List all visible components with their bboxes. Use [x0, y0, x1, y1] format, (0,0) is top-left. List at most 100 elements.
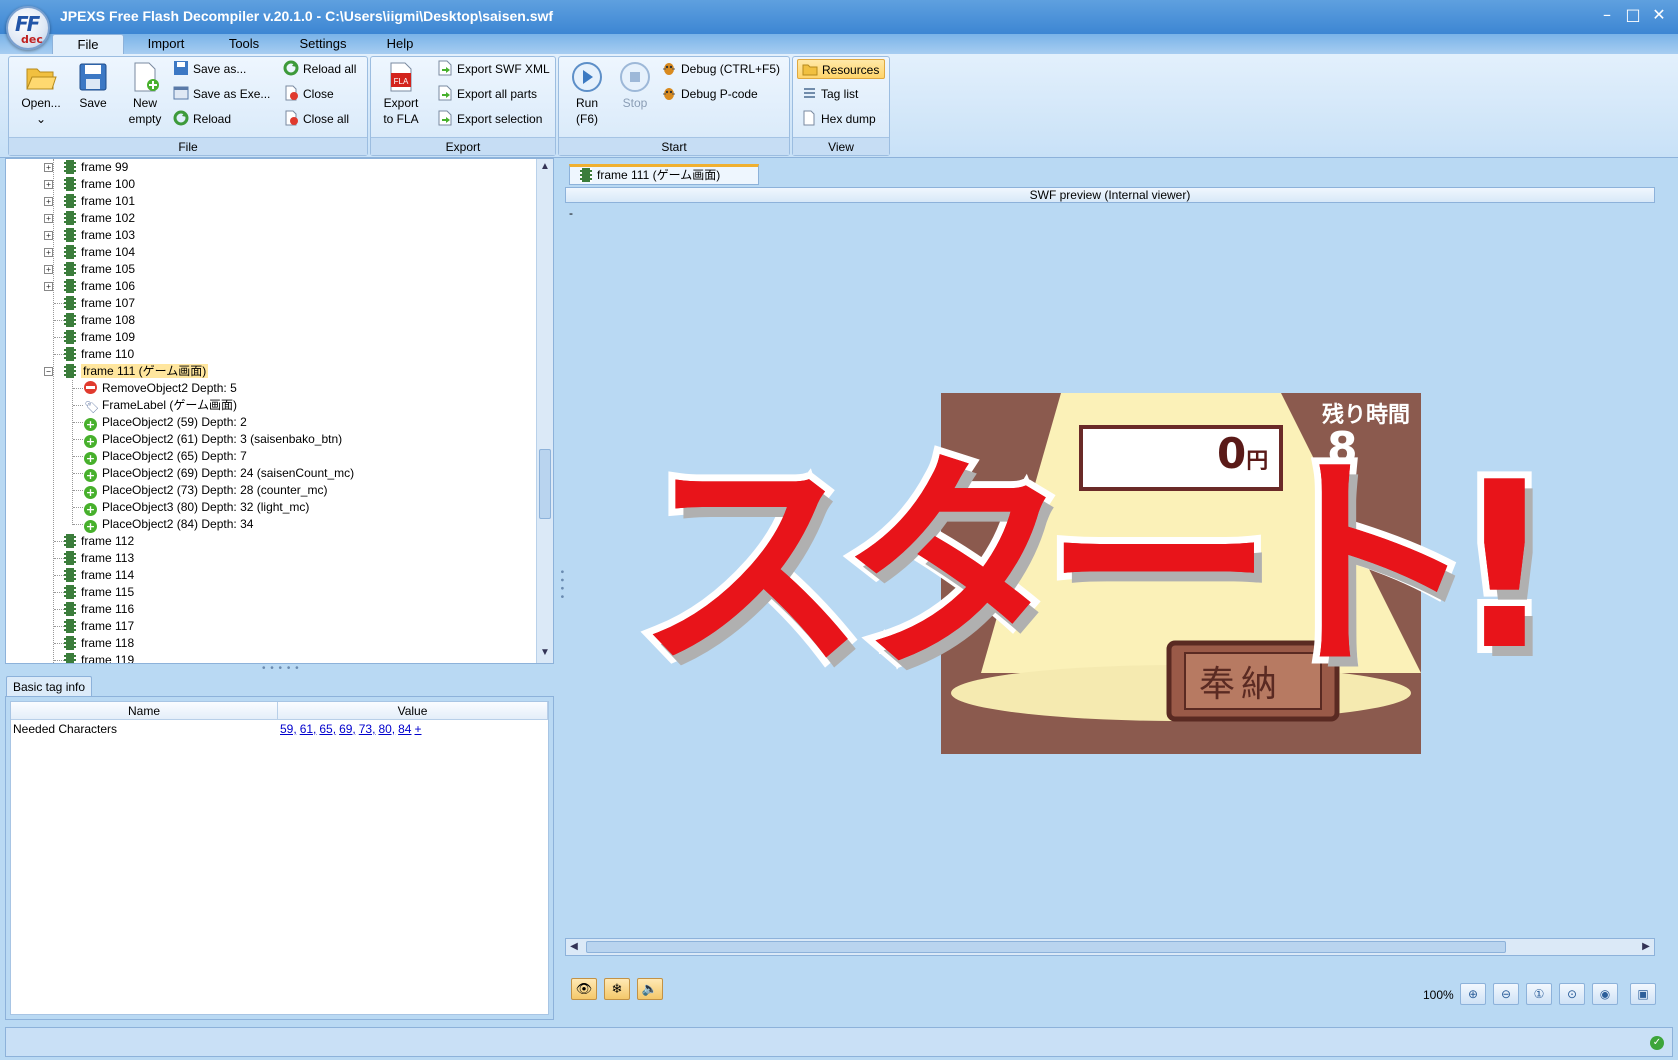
tree-scrollbar[interactable]: ▲ ▼ — [536, 159, 553, 663]
minimize-button[interactable]: – — [1598, 6, 1616, 24]
expand-toggle-icon[interactable]: + — [44, 282, 53, 291]
collapse-toggle-icon[interactable]: − — [44, 367, 53, 376]
zoom-in-icon[interactable]: ⊕ — [1460, 983, 1486, 1005]
open-button[interactable]: Open... ⌄ — [13, 61, 69, 127]
horizontal-splitter[interactable]: • • • • • — [262, 663, 300, 674]
debug-button[interactable]: Debug (CTRL+F5) — [661, 59, 780, 79]
expand-toggle-icon[interactable]: + — [44, 248, 53, 257]
expand-toggle-icon[interactable]: + — [44, 163, 53, 172]
new-empty-button[interactable]: New empty — [117, 61, 173, 127]
tag-label: PlaceObject2 (65) Depth: 7 — [102, 449, 247, 463]
frame-label: frame 112 — [81, 534, 135, 548]
export-all-parts-label: Export all parts — [457, 87, 538, 101]
tab-tools[interactable]: Tools — [214, 34, 274, 54]
mute-icon[interactable]: 🔈 — [637, 978, 663, 1000]
maximize-button[interactable]: □ — [1624, 6, 1642, 24]
frame-film-icon — [64, 568, 76, 582]
column-header-name[interactable]: Name — [11, 702, 278, 720]
frame-film-icon — [64, 313, 76, 327]
expand-toggle-icon[interactable]: + — [44, 180, 53, 189]
preview-scroll-thumb[interactable] — [586, 941, 1506, 953]
scroll-up-arrow-icon[interactable]: ▲ — [537, 159, 553, 175]
export-swf-xml-button[interactable]: Export SWF XML — [437, 59, 550, 79]
place-object-icon: + — [84, 520, 97, 533]
close-all-button[interactable]: Close all — [283, 109, 349, 129]
frame-film-icon — [64, 245, 76, 259]
character-link[interactable]: 73, — [359, 722, 376, 736]
frame-label: frame 110 — [81, 347, 135, 361]
character-link[interactable]: 59, — [280, 722, 297, 736]
scroll-right-arrow-icon[interactable]: ▶ — [1638, 939, 1654, 955]
tag-label: PlaceObject3 (80) Depth: 32 (light_mc) — [102, 500, 310, 514]
ffdec-logo[interactable]: FF dec — [6, 6, 50, 50]
stop-label: Stop — [622, 96, 648, 110]
close-window-button[interactable]: ✕ — [1650, 6, 1668, 24]
scroll-down-arrow-icon[interactable]: ▼ — [537, 645, 553, 661]
tree-scroll-thumb[interactable] — [539, 449, 551, 519]
export-all-parts-button[interactable]: Export all parts — [437, 84, 537, 104]
freeze-icon[interactable]: ❄ — [604, 978, 630, 1000]
expand-toggle-icon[interactable]: + — [44, 265, 53, 274]
tab-help[interactable]: Help — [372, 34, 428, 54]
save-as-button[interactable]: Save as... — [173, 59, 246, 79]
reload-button[interactable]: Reload — [173, 109, 231, 129]
more-characters-link[interactable]: + — [414, 722, 421, 736]
snapshot-camera-icon[interactable]: ▣ — [1630, 983, 1656, 1005]
frame-film-icon — [64, 551, 76, 565]
save-button[interactable]: Save — [67, 61, 119, 111]
vertical-splitter[interactable]: • • • • — [556, 570, 567, 599]
frame-film-icon — [64, 177, 76, 191]
expand-toggle-icon[interactable]: + — [44, 197, 53, 206]
tree-connector — [54, 575, 64, 576]
needed-characters-name: Needed Characters — [13, 722, 118, 736]
resource-tree[interactable]: + frame 99 + frame 100 + frame 101 + frame 102 +… — [5, 158, 554, 664]
character-link[interactable]: 69, — [339, 722, 356, 736]
export-group-label: Export — [371, 137, 555, 155]
tag-label: PlaceObject2 (61) Depth: 3 (saisenbako_b… — [102, 432, 343, 446]
tab-import[interactable]: Import — [136, 34, 196, 54]
close-label: Close — [303, 87, 334, 101]
xml-export-icon — [438, 60, 452, 76]
export-selection-button[interactable]: Export selection — [437, 109, 542, 129]
frame-film-icon — [580, 168, 592, 182]
fla-file-icon: FLA — [390, 62, 412, 92]
expand-toggle-icon[interactable]: + — [44, 214, 53, 223]
resources-button[interactable]: Resources — [797, 59, 885, 79]
tree-connector — [54, 320, 64, 321]
zoom-fit-icon[interactable]: ⊙ — [1559, 983, 1585, 1005]
column-header-value[interactable]: Value — [278, 702, 548, 720]
status-bar: ✓ — [5, 1027, 1673, 1057]
frame-label: frame 113 — [81, 551, 135, 565]
character-link[interactable]: 84 — [398, 722, 411, 736]
tree-connector — [54, 558, 64, 559]
preview-horizontal-scrollbar[interactable]: ◀ ▶ — [565, 938, 1655, 956]
reload-all-button[interactable]: Reload all — [283, 59, 356, 79]
frame-label: frame 105 — [81, 262, 136, 276]
debug-pcode-button[interactable]: Debug P-code — [661, 84, 758, 104]
close-button[interactable]: Close — [283, 84, 334, 104]
scroll-left-arrow-icon[interactable]: ◀ — [566, 939, 582, 955]
frame-film-icon — [64, 653, 76, 663]
menu-bar: File Import Tools Settings Help — [0, 34, 1678, 54]
expand-toggle-icon[interactable]: + — [44, 231, 53, 240]
eye-icon[interactable]: 👁 — [571, 978, 597, 1000]
stop-button[interactable]: Stop — [611, 61, 659, 111]
character-link[interactable]: 65, — [319, 722, 336, 736]
export-swf-xml-label: Export SWF XML — [457, 62, 550, 76]
character-link[interactable]: 61, — [300, 722, 317, 736]
zoom-actual-size-icon[interactable]: ① — [1526, 983, 1552, 1005]
color-wheel-icon[interactable]: ◉ — [1592, 983, 1618, 1005]
folder-icon — [802, 64, 818, 76]
zoom-out-icon[interactable]: ⊖ — [1493, 983, 1519, 1005]
run-button[interactable]: Run (F6) — [563, 61, 611, 127]
tab-file[interactable]: File — [52, 34, 124, 54]
frame-label: frame 104 — [81, 245, 136, 259]
tag-list-button[interactable]: Tag list — [801, 84, 858, 104]
character-link[interactable]: 80, — [378, 722, 395, 736]
tab-settings[interactable]: Settings — [288, 34, 358, 54]
tab-basic-tag-info[interactable]: Basic tag info — [6, 676, 93, 696]
save-as-exe-button[interactable]: Save as Exe... — [173, 84, 270, 104]
export-to-fla-button[interactable]: FLA Export to FLA — [375, 61, 427, 127]
tab-frame-111[interactable]: frame 111 (ゲーム画面) — [569, 164, 759, 185]
hex-dump-button[interactable]: Hex dump — [801, 109, 876, 129]
